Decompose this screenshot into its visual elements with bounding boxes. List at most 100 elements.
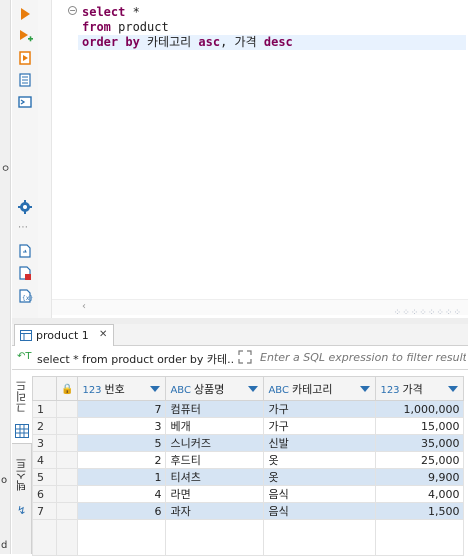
cell-name[interactable]: 과자	[165, 502, 265, 520]
row-number[interactable]: 5	[32, 468, 57, 486]
import-icon[interactable]	[17, 265, 33, 281]
table-row[interactable]: 4 2 후드티 옷 25,000	[32, 451, 465, 469]
execute-script-icon[interactable]	[17, 50, 33, 66]
filter-input[interactable]	[258, 348, 468, 367]
export-icon[interactable]	[17, 243, 33, 259]
type-icon: ABC	[268, 384, 289, 396]
row-number[interactable]: 4	[32, 451, 57, 469]
sort-icon[interactable]	[448, 386, 459, 392]
cell-id[interactable]: 6	[77, 502, 167, 520]
code-line-1: select *	[82, 5, 140, 20]
cell-category[interactable]: 옷	[263, 451, 377, 469]
cell-category[interactable]: 음식	[263, 502, 377, 520]
cell-category[interactable]: 신발	[263, 434, 377, 452]
code-line-2: from product	[82, 20, 169, 35]
column-name: 상품명	[193, 382, 225, 396]
cell-name[interactable]: 라면	[165, 485, 265, 503]
column-header-id[interactable]: 123 번호	[77, 376, 167, 401]
explain-plan-icon[interactable]	[17, 72, 33, 88]
keyword: select	[82, 5, 126, 19]
fold-icon[interactable]: −	[68, 6, 77, 15]
expand-filter-icon[interactable]	[238, 350, 252, 364]
cell-name[interactable]: 베개	[165, 417, 265, 435]
editor-toolbar: ⋯ {x}	[12, 0, 38, 318]
table-row[interactable]: 6 4 라면 음식 4,000	[32, 485, 465, 503]
cell-category[interactable]: 음식	[263, 485, 377, 503]
row-number[interactable]: 1	[32, 400, 57, 418]
active-query-text[interactable]: select * from product order by 카테..	[37, 351, 234, 367]
type-icon: ABC	[170, 384, 191, 396]
row-number[interactable]: 3	[32, 434, 57, 452]
table-row[interactable]: 7 6 과자 음식 1,500	[32, 502, 465, 520]
column-name: 카테고리	[291, 382, 333, 396]
row-marker	[55, 502, 79, 520]
scroll-left-icon[interactable]: ‹	[82, 301, 86, 312]
settings-icon[interactable]	[17, 199, 33, 215]
execute-statement-icon[interactable]	[17, 6, 33, 22]
table-row[interactable]: 3 5 스니커즈 신발 35,000	[32, 434, 465, 452]
table-row[interactable]: 1 7 컴퓨터 가구 1,000,000	[32, 400, 465, 418]
cell-id[interactable]: 3	[77, 417, 167, 435]
cell-name[interactable]: 컴퓨터	[165, 400, 265, 418]
cell-name[interactable]: 티셔츠	[165, 468, 265, 486]
tab-text[interactable]: 텍스트 ↯	[12, 446, 32, 526]
editor-horizontal-scrollbar[interactable]: ‹ ⁘⁘⁘⁘⁘⁘⁘⁘	[52, 299, 468, 318]
empty-cell	[375, 519, 465, 556]
cell-price[interactable]: 15,000	[375, 417, 465, 435]
column-name: 가격	[402, 382, 423, 396]
row-number[interactable]: 2	[32, 417, 57, 435]
cell-id[interactable]: 2	[77, 451, 167, 469]
row-number-header	[32, 376, 57, 401]
type-icon: 123	[380, 384, 400, 396]
tab-label: product 1	[36, 329, 89, 342]
row-marker	[55, 400, 79, 418]
cell-id[interactable]: 4	[77, 485, 167, 503]
execute-in-new-tab-icon[interactable]	[17, 28, 33, 44]
cell-id[interactable]: 7	[77, 400, 167, 418]
row-number[interactable]: 6	[32, 485, 57, 503]
template-icon[interactable]: {x}	[17, 288, 33, 304]
tab-product-1[interactable]: product 1 ✕	[14, 324, 114, 346]
cell-name[interactable]: 후드티	[165, 451, 265, 469]
lock-header: 🔒	[55, 376, 79, 401]
cell-category[interactable]: 가구	[263, 400, 377, 418]
sql-editor[interactable]: − select * from product order by 카테고리 as…	[52, 0, 468, 318]
cell-price[interactable]: 4,000	[375, 485, 465, 503]
show-output-icon[interactable]	[17, 94, 33, 110]
cell-price[interactable]: 25,000	[375, 451, 465, 469]
column-header-price[interactable]: 123 가격	[375, 376, 465, 401]
grid-icon	[15, 424, 29, 438]
keyword: desc	[263, 35, 293, 49]
cell-category[interactable]: 옷	[263, 468, 377, 486]
close-icon[interactable]: ✕	[99, 329, 107, 340]
row-number[interactable]: 7	[32, 502, 57, 520]
drag-handle-icon[interactable]: ⁘⁘⁘⁘⁘⁘⁘⁘	[394, 308, 462, 318]
row-marker	[55, 434, 79, 452]
sort-icon[interactable]	[360, 386, 371, 392]
column-header-category[interactable]: ABC 카테고리	[263, 376, 377, 401]
row-marker	[55, 451, 79, 469]
empty-cell	[32, 519, 57, 556]
editor-gutter	[38, 0, 52, 318]
cell-price[interactable]: 1,500	[375, 502, 465, 520]
table-row[interactable]: 5 1 티셔츠 옷 9,900	[32, 468, 465, 486]
results-grid-panel: 그리드 텍스트 ↯ 🔒 123 번호 ABC 상품명 ABC 카테고리 123 가격 1…	[12, 370, 468, 556]
cell-price[interactable]: 1,000,000	[375, 400, 465, 418]
cell-price[interactable]: 9,900	[375, 468, 465, 486]
empty-cell	[165, 519, 265, 556]
cell-id[interactable]: 1	[77, 468, 167, 486]
tab-grid[interactable]: 그리드	[12, 370, 32, 444]
sql-filter-icon: ↶T	[17, 351, 32, 362]
keyword: from	[82, 20, 111, 34]
cell-price[interactable]: 35,000	[375, 434, 465, 452]
row-marker	[55, 485, 79, 503]
cell-id[interactable]: 5	[77, 434, 167, 452]
table-row[interactable]: 2 3 베개 가구 15,000	[32, 417, 465, 435]
filter-bar: ↶T select * from product order by 카테..	[12, 346, 468, 370]
cell-name[interactable]: 스니커즈	[165, 434, 265, 452]
column-header-name[interactable]: ABC 상품명	[165, 376, 265, 401]
sort-icon[interactable]	[150, 386, 161, 392]
cell-category[interactable]: 가구	[263, 417, 377, 435]
sort-icon[interactable]	[248, 386, 259, 392]
text-view-icon: ↯	[17, 504, 27, 517]
